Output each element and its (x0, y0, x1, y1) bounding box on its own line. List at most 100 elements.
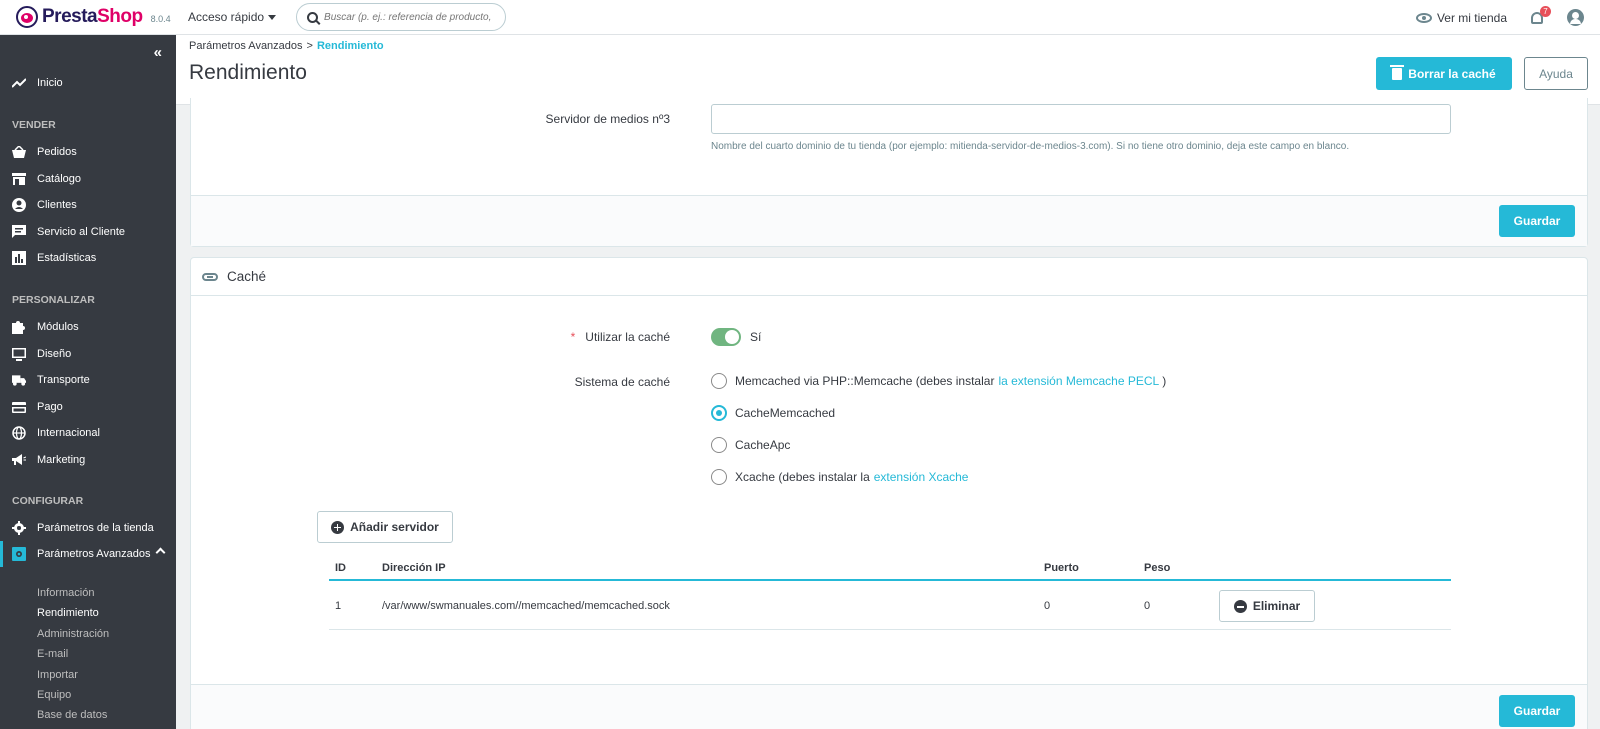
sidebar-section-configure: CONFIGURAR (12, 495, 84, 507)
credit-card-icon (12, 400, 26, 414)
sidebar-item-payment[interactable]: Pago (0, 394, 176, 420)
sidebar-item-label: Transporte (37, 374, 90, 386)
sidebar-subitem-team[interactable]: Equipo (37, 689, 71, 701)
cell-weight: 0 (1144, 600, 1151, 612)
sidebar-subitem-import[interactable]: Importar (37, 669, 78, 681)
logo-text-right: Shop (97, 6, 143, 27)
sidebar-item-label: Módulos (37, 321, 79, 333)
sidebar-item-label: Clientes (37, 199, 77, 211)
sidebar-item-catalog[interactable]: Catálogo (0, 166, 176, 192)
option-text: Xcache (debes instalar la (735, 470, 870, 484)
search-input[interactable] (324, 11, 495, 23)
sidebar-subitem-performance[interactable]: Rendimiento (37, 607, 99, 619)
page-title: Rendimiento (189, 61, 307, 84)
user-account-icon[interactable] (1567, 9, 1584, 26)
truck-icon (12, 373, 26, 387)
cache-option-cachememcached[interactable]: CacheMemcached (711, 405, 835, 421)
cache-panel-footer: Guardar (191, 684, 1587, 729)
top-header: PrestaShop 8.0.4 Acceso rápido Ver mi ti… (0, 0, 1600, 35)
chevron-up-icon (155, 547, 166, 558)
cache-option-xcache[interactable]: Xcache (debes instalar la extensión Xcac… (711, 469, 971, 485)
delete-server-button[interactable]: Eliminar (1219, 590, 1315, 622)
clear-cache-button[interactable]: Borrar la caché (1376, 57, 1512, 90)
sidebar-item-advanced-parameters[interactable]: Parámetros Avanzados (0, 541, 176, 567)
save-cache-button[interactable]: Guardar (1499, 695, 1575, 727)
settings-applications-icon (12, 547, 26, 561)
trending-up-icon (12, 76, 26, 90)
use-cache-label-text: Utilizar la caché (585, 330, 670, 344)
option-text: CacheApc (735, 438, 791, 452)
sidebar-item-customers[interactable]: Clientes (0, 192, 176, 218)
search-box[interactable] (296, 3, 507, 31)
radio-button[interactable] (711, 437, 727, 453)
add-server-button[interactable]: Añadir servidor (317, 511, 453, 543)
media-server-3-help: Nombre del cuarto dominio de tu tienda (… (711, 141, 1350, 152)
prestashop-logo[interactable]: PrestaShop 8.0.4 (16, 6, 176, 28)
breadcrumb-parent[interactable]: Parámetros Avanzados (189, 40, 303, 52)
sidebar-item-home[interactable]: Inicio (0, 70, 176, 96)
column-header-weight: Peso (1144, 562, 1171, 574)
sidebar-item-marketing[interactable]: Marketing (0, 447, 176, 473)
media-server-3-input[interactable] (711, 104, 1451, 134)
column-header-id: ID (335, 562, 346, 574)
cache-panel: Caché * Utilizar la caché Sí Sistema de c… (190, 257, 1588, 729)
memcache-pecl-link[interactable]: la extensión Memcache PECL (998, 374, 1159, 388)
breadcrumb-current[interactable]: Rendimiento (317, 40, 384, 52)
sidebar-item-label: Parámetros de la tienda (37, 522, 154, 534)
view-store-label: Ver mi tienda (1436, 10, 1507, 25)
notifications-button[interactable]: 7 (1529, 5, 1551, 26)
sidebar: « Inicio VENDER Pedidos Catálogo Cliente… (0, 35, 176, 729)
globe-icon (12, 426, 26, 440)
sidebar-item-stats[interactable]: Estadísticas (0, 245, 176, 271)
use-cache-value: Sí (750, 330, 762, 344)
clear-cache-label: Borrar la caché (1408, 66, 1496, 81)
minus-circle-icon (1233, 599, 1247, 613)
sidebar-item-label: Internacional (37, 427, 100, 439)
add-server-label: Añadir servidor (350, 520, 439, 534)
cell-id: 1 (335, 600, 342, 612)
sidebar-item-customer-service[interactable]: Servicio al Cliente (0, 219, 176, 245)
header-actions: Ver mi tienda 7 (1415, 0, 1600, 35)
sidebar-item-modules[interactable]: Módulos (0, 314, 176, 340)
media-server-3-label: Servidor de medios nº3 (545, 112, 670, 126)
xcache-link[interactable]: extensión Xcache (874, 470, 969, 484)
collapse-sidebar-icon[interactable]: « (154, 44, 162, 61)
use-cache-toggle[interactable] (711, 328, 741, 346)
page-header: Parámetros Avanzados > Rendimiento Rendimi… (176, 35, 1600, 105)
help-button[interactable]: Ayuda (1524, 57, 1588, 90)
media-servers-panel: Servidor de medios nº3 Nombre del cuarto… (190, 98, 1588, 247)
radio-button-checked[interactable] (711, 405, 727, 421)
media-panel-footer: Guardar (191, 195, 1587, 246)
sidebar-item-label: Inicio (37, 77, 63, 89)
sidebar-subitem-information[interactable]: Información (37, 587, 94, 599)
sidebar-item-international[interactable]: Internacional (0, 420, 176, 446)
sidebar-item-shipping[interactable]: Transporte (0, 367, 176, 393)
option-text: Memcached via PHP::Memcache (debes insta… (735, 374, 995, 388)
cache-option-memcache[interactable]: Memcached via PHP::Memcache (debes insta… (711, 373, 1166, 389)
view-store-link[interactable]: Ver mi tienda (1415, 10, 1507, 25)
version-label: 8.0.4 (150, 14, 171, 24)
prestashop-logo-icon (16, 6, 38, 28)
account-circle-icon (12, 198, 26, 212)
option-text: CacheMemcached (735, 406, 836, 420)
cache-option-cacheapc[interactable]: CacheApc (711, 437, 790, 453)
servers-table: ID Dirección IP Puerto Peso 1 /var/www/s… (329, 554, 1451, 630)
save-media-button[interactable]: Guardar (1499, 205, 1575, 237)
sidebar-subitem-administration[interactable]: Administración (37, 628, 109, 640)
sidebar-subitem-database[interactable]: Base de datos (37, 709, 107, 721)
quick-access-label: Acceso rápido (188, 10, 265, 24)
sidebar-subitem-email[interactable]: E-mail (37, 648, 68, 660)
sidebar-item-orders[interactable]: Pedidos (0, 139, 176, 165)
sidebar-item-shop-parameters[interactable]: Parámetros de la tienda (0, 515, 176, 541)
column-header-port: Puerto (1044, 562, 1079, 574)
sidebar-item-design[interactable]: Diseño (0, 341, 176, 367)
breadcrumb: Parámetros Avanzados > Rendimiento (189, 40, 384, 52)
megaphone-icon (12, 453, 26, 467)
quick-access-dropdown[interactable]: Acceso rápido (188, 10, 277, 24)
table-row-divider (329, 629, 1451, 630)
sidebar-item-label: Pago (37, 401, 63, 413)
cell-port: 0 (1044, 600, 1051, 612)
required-mark: * (570, 330, 576, 344)
radio-button[interactable] (711, 469, 727, 485)
radio-button[interactable] (711, 373, 727, 389)
